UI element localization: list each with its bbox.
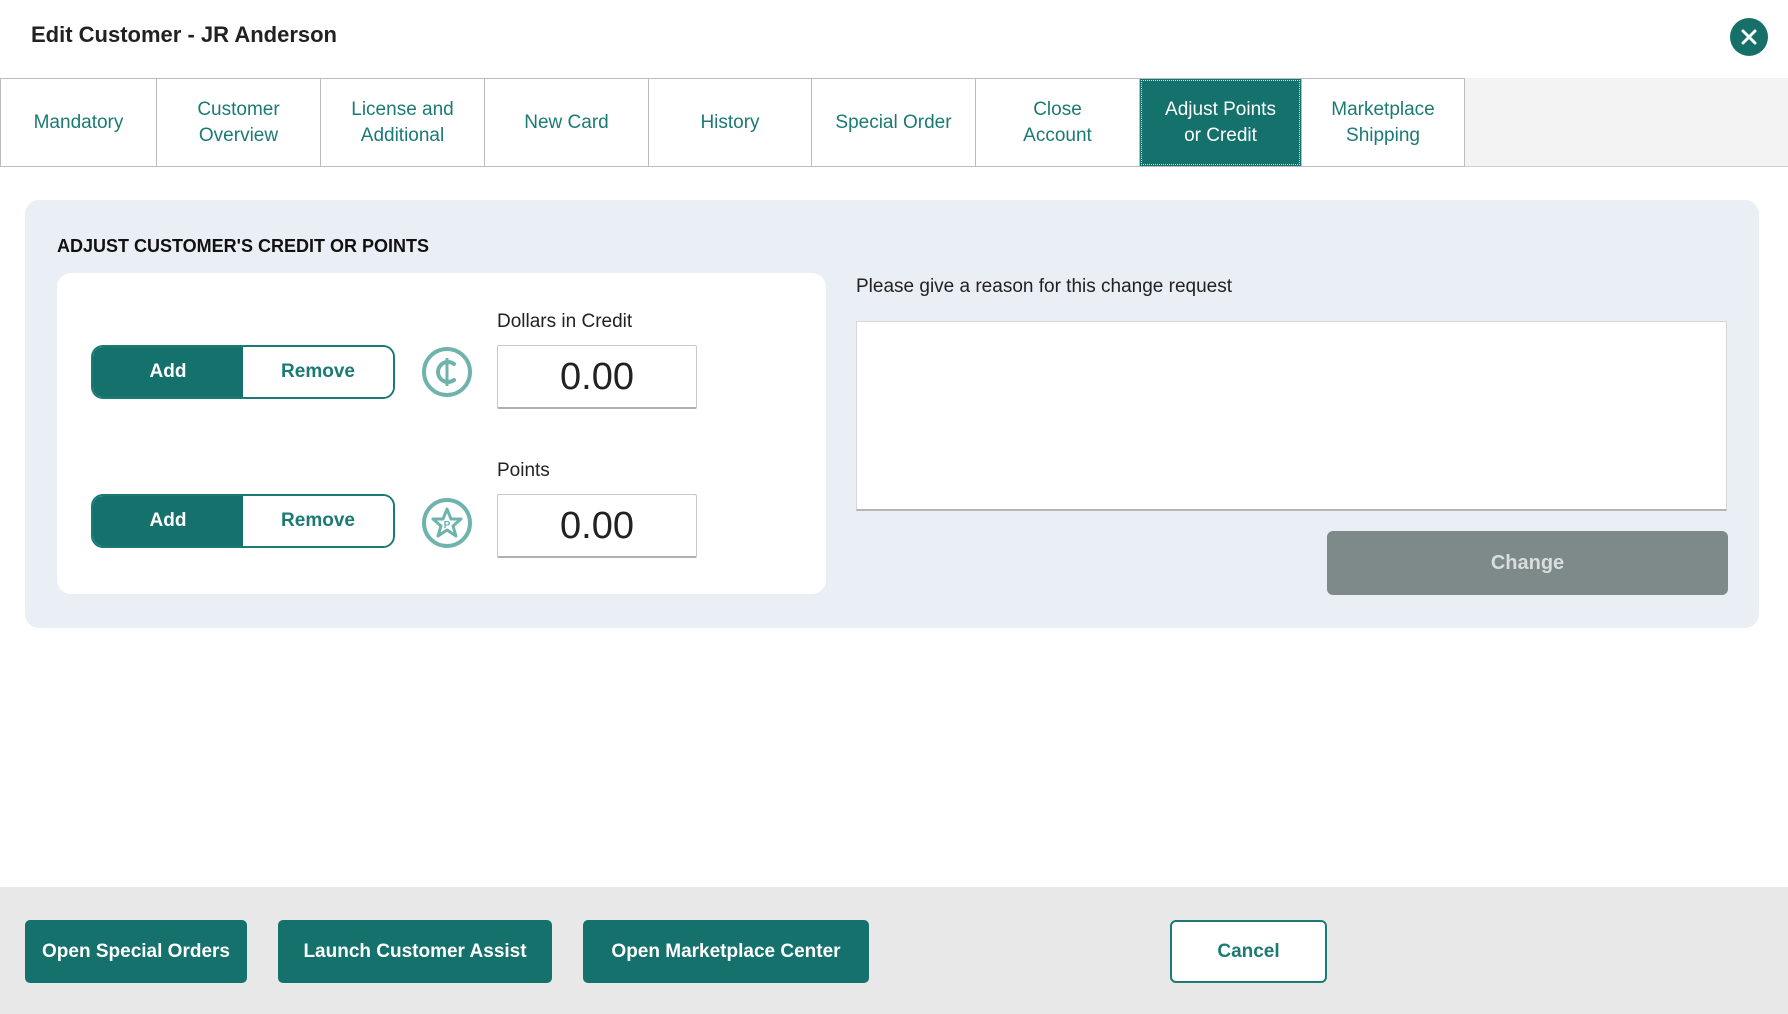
tab-adjust-points-or-credit[interactable]: Adjust Points or Credit	[1139, 78, 1302, 167]
change-button[interactable]: Change	[1327, 531, 1728, 595]
close-icon	[1741, 29, 1757, 45]
points-star-icon: P	[422, 498, 472, 548]
credit-coin-icon	[422, 347, 472, 397]
window-title: Edit Customer - JR Anderson	[31, 22, 337, 47]
adjust-card: Add Remove Dollars in Credit 0.00 Add Re…	[57, 273, 826, 594]
credit-add-button[interactable]: Add	[93, 347, 243, 397]
points-label: Points	[497, 460, 550, 481]
reason-label: Please give a reason for this change req…	[856, 276, 1233, 297]
footer-bar: Open Special Orders Launch Customer Assi…	[0, 887, 1788, 1014]
panel-heading: ADJUST CUSTOMER'S CREDIT OR POINTS	[57, 236, 429, 256]
title-bar: Edit Customer - JR Anderson	[0, 0, 1788, 78]
close-button[interactable]	[1730, 18, 1768, 56]
points-add-remove-toggle: Add Remove	[91, 494, 395, 548]
tab-license-and-additional[interactable]: License and Additional	[320, 78, 485, 167]
tab-new-card[interactable]: New Card	[484, 78, 649, 167]
launch-customer-assist-button[interactable]: Launch Customer Assist	[278, 920, 552, 983]
open-special-orders-button[interactable]: Open Special Orders	[25, 920, 247, 983]
adjust-credit-panel: ADJUST CUSTOMER'S CREDIT OR POINTS Add R…	[25, 200, 1759, 628]
tab-mandatory[interactable]: Mandatory	[0, 78, 157, 167]
dollars-in-credit-label: Dollars in Credit	[497, 311, 633, 332]
credit-remove-button[interactable]: Remove	[243, 347, 393, 397]
tab-special-order[interactable]: Special Order	[811, 78, 976, 167]
cancel-button[interactable]: Cancel	[1170, 920, 1327, 983]
points-add-button[interactable]: Add	[93, 496, 243, 546]
tab-history[interactable]: History	[648, 78, 812, 167]
svg-text:P: P	[444, 520, 451, 531]
tab-marketplace-shipping[interactable]: Marketplace Shipping	[1301, 78, 1465, 167]
dollars-in-credit-input[interactable]: 0.00	[497, 345, 697, 409]
reason-textarea[interactable]	[856, 321, 1727, 511]
points-input[interactable]: 0.00	[497, 494, 697, 558]
open-marketplace-center-button[interactable]: Open Marketplace Center	[583, 920, 869, 983]
credit-add-remove-toggle: Add Remove	[91, 345, 395, 399]
tab-bar: Mandatory Customer Overview License and …	[0, 78, 1788, 167]
points-remove-button[interactable]: Remove	[243, 496, 393, 546]
tab-close-account[interactable]: Close Account	[975, 78, 1140, 167]
tab-customer-overview[interactable]: Customer Overview	[156, 78, 321, 167]
